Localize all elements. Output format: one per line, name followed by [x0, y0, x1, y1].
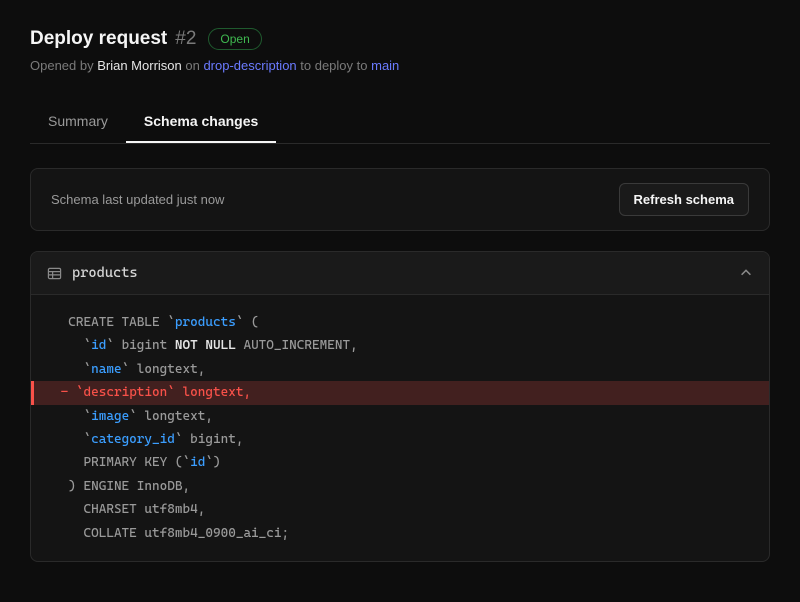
- request-number: #2: [175, 28, 196, 50]
- code-token: `: [53, 338, 91, 353]
- code-token: `: [53, 409, 91, 424]
- diff-line: COLLATE utf8mb4_0900_ai_ci;: [31, 522, 769, 545]
- code-token: longtext,: [137, 362, 206, 377]
- author-link[interactable]: Brian Morrison: [97, 58, 182, 73]
- diff-line: `name` longtext,: [31, 358, 769, 381]
- deploy-to-text: to deploy to: [297, 58, 371, 73]
- diff-body: CREATE TABLE `products` ( `id` bigint NO…: [31, 295, 769, 561]
- code-token: ` (: [236, 315, 259, 330]
- code-token: COLLATE: [53, 526, 137, 541]
- diff-header[interactable]: products: [31, 252, 769, 295]
- tab-schema-changes[interactable]: Schema changes: [126, 101, 276, 143]
- source-branch-link[interactable]: drop-description: [203, 58, 296, 73]
- code-token: CREATE TABLE: [68, 315, 159, 330]
- code-token: `: [106, 338, 121, 353]
- code-token: bigint,: [190, 432, 243, 447]
- diff-table-name: products: [72, 265, 138, 281]
- chevron-up-icon: [739, 266, 753, 280]
- code-token: description: [83, 385, 167, 400]
- code-token: InnoDB,: [129, 479, 190, 494]
- code-token: `: [53, 362, 91, 377]
- code-token: `: [160, 315, 175, 330]
- diff-line: PRIMARY KEY (`id`): [31, 451, 769, 474]
- code-token: NOT NULL: [175, 338, 236, 353]
- diff-line: CREATE TABLE `products` (: [31, 311, 769, 334]
- code-token: `): [205, 455, 220, 470]
- code-token: image: [91, 409, 129, 424]
- code-token: utf8mb4,: [137, 502, 206, 517]
- code-token: -: [53, 385, 76, 400]
- on-text: on: [182, 58, 204, 73]
- code-token: PRIMARY KEY: [53, 455, 167, 470]
- page-title: Deploy request: [30, 28, 167, 50]
- code-token: category_id: [91, 432, 175, 447]
- code-token: CHARSET: [53, 502, 137, 517]
- code-token: id: [190, 455, 205, 470]
- code-token: `: [122, 362, 137, 377]
- table-icon: [47, 266, 62, 281]
- code-token: utf8mb4_0900_ai_ci;: [137, 526, 289, 541]
- refresh-schema-button[interactable]: Refresh schema: [619, 183, 749, 216]
- code-token: longtext,: [144, 409, 213, 424]
- opened-by-prefix: Opened by: [30, 58, 97, 73]
- code-token: `: [175, 432, 190, 447]
- target-branch-link[interactable]: main: [371, 58, 399, 73]
- code-token: ` longtext,: [167, 385, 251, 400]
- code-token: [167, 338, 175, 353]
- code-token: `: [53, 432, 91, 447]
- code-token: ENGINE: [83, 479, 129, 494]
- code-token: `: [129, 409, 144, 424]
- code-token: name: [91, 362, 121, 377]
- code-token: ): [53, 479, 83, 494]
- status-badge: Open: [208, 28, 261, 50]
- subheader: Opened by Brian Morrison on drop-descrip…: [30, 58, 770, 73]
- diff-line: `category_id` bigint,: [31, 428, 769, 451]
- code-token: [53, 315, 68, 330]
- tabs: Summary Schema changes: [30, 101, 770, 144]
- code-token: products: [175, 315, 236, 330]
- diff-line: - `description` longtext,: [31, 381, 769, 404]
- page-title-row: Deploy request #2 Open: [30, 28, 770, 50]
- diff-line: CHARSET utf8mb4,: [31, 498, 769, 521]
- diff-line: `id` bigint NOT NULL AUTO_INCREMENT,: [31, 334, 769, 357]
- code-token: AUTO_INCREMENT,: [236, 338, 358, 353]
- schema-updated-text: Schema last updated just now: [51, 192, 224, 207]
- tab-summary[interactable]: Summary: [30, 101, 126, 143]
- diff-line: `image` longtext,: [31, 405, 769, 428]
- diff-card: products CREATE TABLE `products` ( `id` …: [30, 251, 770, 562]
- diff-line: ) ENGINE InnoDB,: [31, 475, 769, 498]
- code-token: id: [91, 338, 106, 353]
- schema-update-card: Schema last updated just now Refresh sch…: [30, 168, 770, 231]
- code-token: (`: [167, 455, 190, 470]
- code-token: bigint: [122, 338, 168, 353]
